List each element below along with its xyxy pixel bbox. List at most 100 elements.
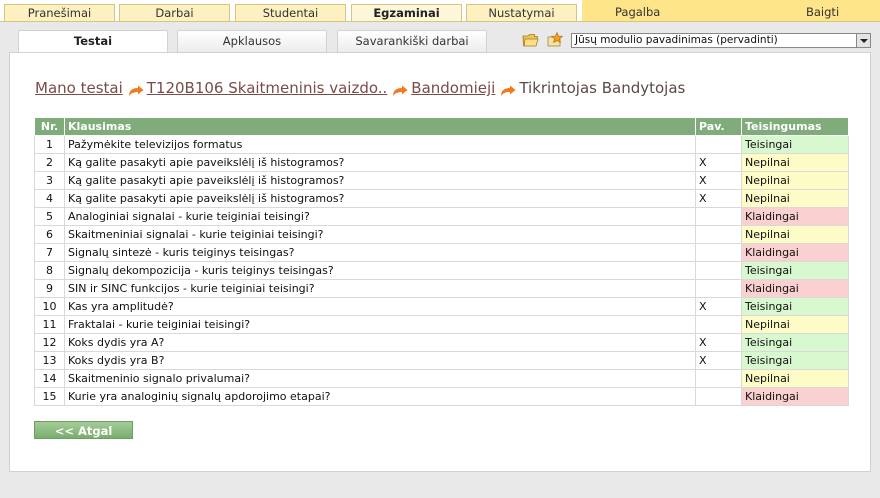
cell-pav xyxy=(695,225,742,244)
cell-pav: X xyxy=(695,297,742,316)
orange-arrow-icon xyxy=(499,83,517,96)
cell-question: Signalų dekompozicija - kuris teiginys t… xyxy=(64,261,696,280)
main-panel: Mano testai T120B106 Skaitmeninis vaizdo.… xyxy=(9,52,871,472)
dropdown-arrow-icon[interactable] xyxy=(856,34,870,47)
cell-status: Nepilnai xyxy=(741,315,849,334)
table-row[interactable]: 6 Skaitmeniniai signalai - kurie teiginia… xyxy=(34,225,849,244)
table-row[interactable]: 3 Ką galite pasakyti apie paveikslėlį iš … xyxy=(34,171,849,190)
back-button[interactable]: << Atgal xyxy=(34,421,133,439)
cell-question: Koks dydis yra A? xyxy=(64,333,696,352)
column-header-pav: Pav. xyxy=(695,117,742,136)
table-header-row: Nr. Klausimas Pav. Teisingumas xyxy=(34,117,849,136)
tab-apklausos[interactable]: Apklausos xyxy=(177,30,327,52)
cell-status: Nepilnai xyxy=(741,225,849,244)
cell-status: Nepilnai xyxy=(741,153,849,172)
module-select[interactable]: Jūsų modulio pavadinimas (pervadinti) xyxy=(571,33,871,48)
cell-question: Ką galite pasakyti apie paveikslėlį iš h… xyxy=(64,171,696,190)
exit-link[interactable]: Baigti xyxy=(806,4,839,22)
table-row[interactable]: 13 Koks dydis yra B? X Teisingai xyxy=(34,351,849,370)
module-select-value: Jūsų modulio pavadinimas (pervadinti) xyxy=(575,34,778,46)
menu-tab-egzaminai[interactable]: Egzaminai xyxy=(351,4,462,22)
cell-nr: 8 xyxy=(34,261,65,280)
cell-question: Koks dydis yra B? xyxy=(64,351,696,370)
table-row[interactable]: 2 Ką galite pasakyti apie paveikslėlį iš … xyxy=(34,153,849,172)
cell-question: Kas yra amplitudė? xyxy=(64,297,696,316)
table-row[interactable]: 1 Pažymėkite televizijos formatus Teisinga… xyxy=(34,135,849,154)
cell-question: Skaitmeninio signalo privalumai? xyxy=(64,369,696,388)
breadcrumb-link-bandomieji[interactable]: Bandomieji xyxy=(411,79,495,97)
table-row[interactable]: 10 Kas yra amplitudė? X Teisingai xyxy=(34,297,849,316)
cell-status: Nepilnai xyxy=(741,369,849,388)
breadcrumb-link-mano-testai[interactable]: Mano testai xyxy=(35,79,123,97)
cell-question: Fraktalai - kurie teiginiai teisingi? xyxy=(64,315,696,334)
cell-question: Analoginiai signalai - kurie teiginiai t… xyxy=(64,207,696,226)
questions-table-body: 1 Pažymėkite televizijos formatus Teisinga… xyxy=(34,135,849,406)
cell-pav: X xyxy=(695,171,742,190)
help-link[interactable]: Pagalba xyxy=(615,4,660,22)
cell-pav xyxy=(695,243,742,262)
cell-status: Nepilnai xyxy=(741,171,849,190)
cell-status: Klaidingai xyxy=(741,207,849,226)
cell-question: Skaitmeniniai signalai - kurie teiginiai… xyxy=(64,225,696,244)
tab-testai[interactable]: Testai xyxy=(18,30,168,53)
breadcrumb-current: Tikrintojas Bandytojas xyxy=(519,79,686,97)
cell-status: Teisingai xyxy=(741,297,849,316)
table-row[interactable]: 9 SIN ir SINC funkcijos - kurie teiginiai… xyxy=(34,279,849,298)
table-row[interactable]: 8 Signalų dekompozicija - kuris teiginys … xyxy=(34,261,849,280)
cell-nr: 14 xyxy=(34,369,65,388)
cell-status: Klaidingai xyxy=(741,279,849,298)
cell-nr: 9 xyxy=(34,279,65,298)
cell-question: Ką galite pasakyti apie paveikslėlį iš h… xyxy=(64,153,696,172)
cell-nr: 3 xyxy=(34,171,65,190)
cell-pav: X xyxy=(695,333,742,352)
breadcrumb: Mano testai T120B106 Skaitmeninis vaizdo.… xyxy=(35,79,685,97)
menu-tab-nustatymai[interactable]: Nustatymai xyxy=(466,4,577,22)
tab-savarankiski-darbai[interactable]: Savarankiški darbai xyxy=(337,30,487,52)
menu-tab-pranesimai[interactable]: Pranešimai xyxy=(4,4,115,22)
cell-nr: 7 xyxy=(34,243,65,262)
cell-pav xyxy=(695,315,742,334)
table-row[interactable]: 5 Analoginiai signalai - kurie teiginiai … xyxy=(34,207,849,226)
folder-open-icon[interactable] xyxy=(522,32,540,48)
cell-pav xyxy=(695,135,742,154)
cell-nr: 12 xyxy=(34,333,65,352)
cell-pav: X xyxy=(695,351,742,370)
table-row[interactable]: 15 Kurie yra analoginių signalų apdorojim… xyxy=(34,387,849,406)
star-icon[interactable] xyxy=(546,31,564,48)
table-row[interactable]: 12 Koks dydis yra A? X Teisingai xyxy=(34,333,849,352)
table-row[interactable]: 7 Signalų sintezė - kuris teiginys teisin… xyxy=(34,243,849,262)
cell-nr: 13 xyxy=(34,351,65,370)
menu-tab-darbai[interactable]: Darbai xyxy=(119,4,230,22)
cell-nr: 4 xyxy=(34,189,65,208)
cell-question: Ką galite pasakyti apie paveikslėlį iš h… xyxy=(64,189,696,208)
orange-arrow-icon xyxy=(127,83,145,96)
cell-pav: X xyxy=(695,153,742,172)
menu-tab-studentai[interactable]: Studentai xyxy=(235,4,346,22)
cell-nr: 10 xyxy=(34,297,65,316)
column-header-nr: Nr. xyxy=(34,117,65,136)
cell-status: Teisingai xyxy=(741,351,849,370)
table-row[interactable]: 4 Ką galite pasakyti apie paveikslėlį iš … xyxy=(34,189,849,208)
cell-pav: X xyxy=(695,189,742,208)
cell-question: Pažymėkite televizijos formatus xyxy=(64,135,696,154)
cell-status: Teisingai xyxy=(741,135,849,154)
cell-nr: 11 xyxy=(34,315,65,334)
column-header-teisingumas: Teisingumas xyxy=(741,117,849,136)
cell-status: Nepilnai xyxy=(741,189,849,208)
orange-arrow-icon xyxy=(391,83,409,96)
cell-status: Klaidingai xyxy=(741,243,849,262)
column-header-klausimas: Klausimas xyxy=(64,117,696,136)
cell-question: SIN ir SINC funkcijos - kurie teiginiai … xyxy=(64,279,696,298)
cell-question: Kurie yra analoginių signalų apdorojimo … xyxy=(64,387,696,406)
cell-status: Klaidingai xyxy=(741,387,849,406)
breadcrumb-link-module[interactable]: T120B106 Skaitmeninis vaizdo.. xyxy=(147,79,388,97)
cell-pav xyxy=(695,279,742,298)
table-row[interactable]: 14 Skaitmeninio signalo privalumai? Nepiln… xyxy=(34,369,849,388)
cell-nr: 2 xyxy=(34,153,65,172)
cell-pav xyxy=(695,207,742,226)
cell-nr: 1 xyxy=(34,135,65,154)
top-menu-divider xyxy=(0,21,880,22)
cell-pav xyxy=(695,387,742,406)
table-row[interactable]: 11 Fraktalai - kurie teiginiai teisingi? N… xyxy=(34,315,849,334)
questions-table: Nr. Klausimas Pav. Teisingumas 1 Pažymėki… xyxy=(34,117,849,406)
